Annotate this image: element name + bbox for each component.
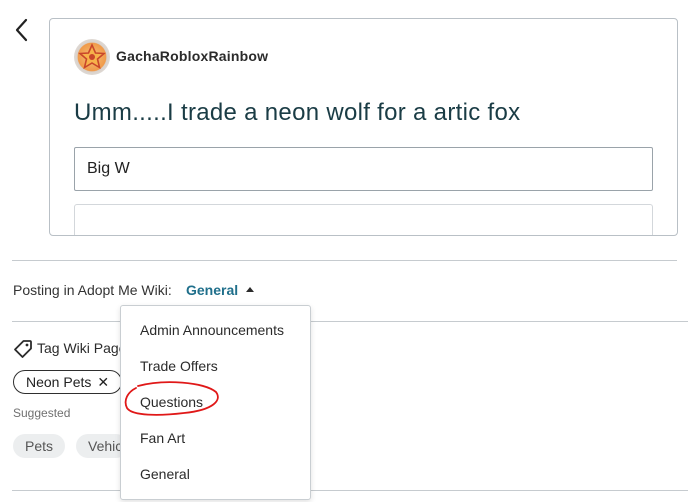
- username[interactable]: GachaRobloxRainbow: [116, 48, 268, 64]
- divider: [12, 260, 677, 261]
- remove-tag-icon[interactable]: ✕: [97, 374, 109, 390]
- post-card: GachaRobloxRainbow Umm.....I trade a neo…: [49, 18, 678, 236]
- category-dropdown: Admin Announcements Trade Offers Questio…: [120, 305, 311, 500]
- dropdown-item-trade-offers[interactable]: Trade Offers: [140, 358, 218, 374]
- divider: [12, 321, 688, 322]
- tag-wiki-pages-text: Tag Wiki Pages: [37, 340, 134, 356]
- star-badge-icon: [77, 43, 107, 70]
- post-body-field[interactable]: Big W: [74, 147, 653, 191]
- editor-field[interactable]: [74, 204, 653, 235]
- avatar[interactable]: [74, 39, 110, 75]
- posting-in-label: Posting in Adopt Me Wiki:: [13, 282, 172, 298]
- caret-up-icon[interactable]: [246, 287, 254, 292]
- dropdown-item-questions[interactable]: Questions: [140, 394, 203, 410]
- suggested-tag-pets[interactable]: Pets: [13, 434, 66, 458]
- dropdown-item-admin-announcements[interactable]: Admin Announcements: [140, 322, 284, 338]
- chevron-left-icon: [15, 18, 28, 42]
- tag-icon: [14, 340, 32, 358]
- dropdown-item-fan-art[interactable]: Fan Art: [140, 430, 185, 446]
- post-title[interactable]: Umm.....I trade a neon wolf for a artic …: [74, 99, 520, 127]
- suggested-label: Suggested: [13, 406, 71, 420]
- tag-chip-label: Neon Pets: [26, 374, 92, 390]
- category-select[interactable]: General: [186, 282, 238, 298]
- tag-chip-neon-pets: Neon Pets ✕: [13, 370, 123, 394]
- dropdown-item-general[interactable]: General: [140, 466, 190, 482]
- back-button[interactable]: [10, 14, 34, 46]
- divider: [12, 490, 688, 491]
